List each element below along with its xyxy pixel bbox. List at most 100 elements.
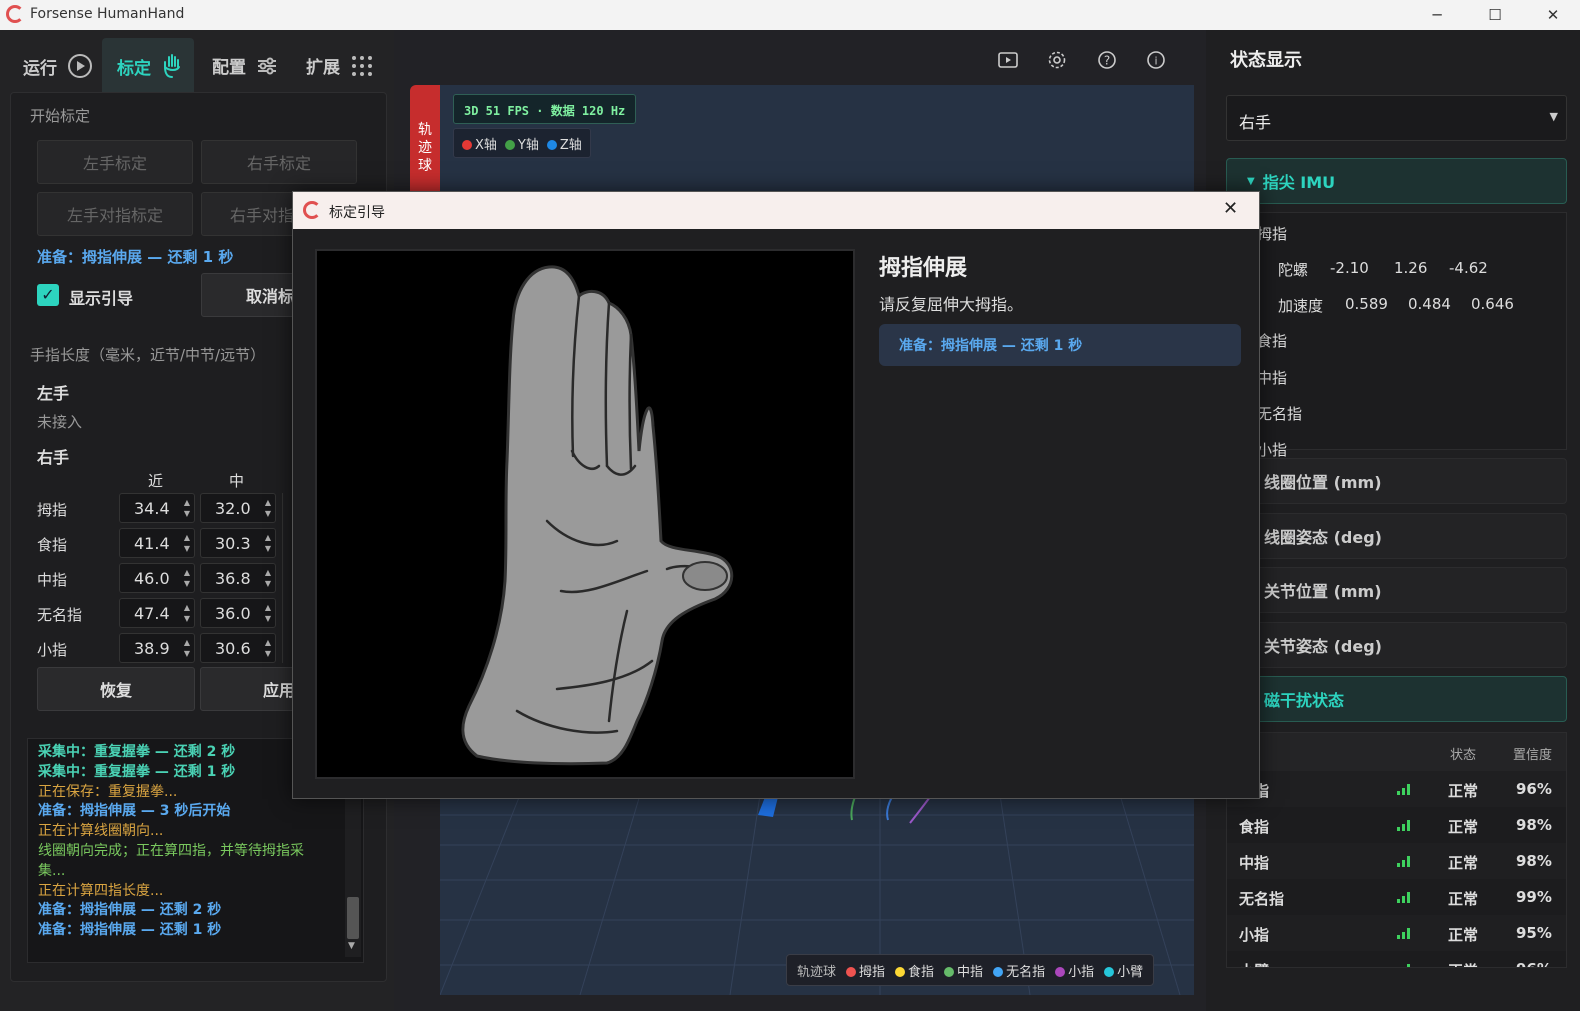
mag-row-name: 无名指: [1239, 890, 1285, 908]
pinky-dot-icon: [1055, 966, 1066, 977]
spin-arrows-icon[interactable]: ▲ ▼: [184, 637, 190, 659]
joint-attitude-section[interactable]: 关节姿态 (deg): [1226, 622, 1567, 668]
spin-arrows-icon[interactable]: ▲ ▼: [265, 637, 271, 659]
minimize-button[interactable]: ─: [1414, 0, 1460, 30]
tab-extend[interactable]: 扩展: [306, 53, 374, 78]
info-icon[interactable]: i: [1146, 50, 1166, 74]
accel-x: 0.589: [1345, 295, 1388, 313]
log-line: 正在计算线圈朝向...: [38, 823, 164, 840]
spin-arrows-icon[interactable]: ▲ ▼: [265, 567, 271, 589]
mag-row-conf: 99%: [1516, 888, 1552, 906]
finger-mid-spinbox[interactable]: 30.3 ▲ ▼: [200, 528, 276, 558]
coil-position-section[interactable]: 线圈位置 (mm): [1226, 458, 1567, 504]
finger-mid-spinbox[interactable]: 32.0 ▲ ▼: [200, 493, 276, 523]
log-scroll-thumb[interactable]: [347, 897, 359, 939]
spin-arrows-icon[interactable]: ▲ ▼: [184, 602, 190, 624]
finger-near-spinbox[interactable]: 41.4 ▲ ▼: [119, 528, 195, 558]
finger-mid-spinbox[interactable]: 36.8 ▲ ▼: [200, 563, 276, 593]
middle-dot-icon: [944, 966, 955, 977]
app-logo-icon: [6, 5, 24, 23]
joint-position-section[interactable]: 关节位置 (mm): [1226, 567, 1567, 613]
play-circle-icon: [68, 54, 92, 78]
settings-gear-icon[interactable]: [1047, 50, 1067, 74]
finger-near-spinbox[interactable]: 47.4 ▲ ▼: [119, 598, 195, 628]
left-hand-calibrate-button[interactable]: 左手标定: [37, 140, 193, 184]
spin-arrows-icon[interactable]: ▲ ▼: [265, 497, 271, 519]
log-line: 正在计算四指长度...: [38, 882, 164, 899]
left-opposition-calibrate-button[interactable]: 左手对指标定: [37, 192, 193, 236]
window-close-button[interactable]: ✕: [1530, 0, 1576, 30]
log-line: 集...: [38, 862, 66, 879]
scroll-down-icon[interactable]: ▼: [348, 941, 355, 951]
accel-label: 加速度: [1278, 297, 1324, 315]
right-hand-label: 右手: [37, 448, 70, 467]
spin-arrows-icon[interactable]: ▲ ▼: [184, 497, 190, 519]
screen-record-icon[interactable]: [998, 51, 1018, 73]
gyro-x: -2.10: [1330, 259, 1369, 277]
mag-row-conf: 98%: [1516, 852, 1552, 870]
spin-arrows-icon[interactable]: ▲ ▼: [184, 567, 190, 589]
axis-z-item: Z轴: [546, 134, 582, 153]
imu-list: 拇指 陀螺 -2.10 1.26 -4.62 加速度 0.589 0.484 0…: [1226, 212, 1567, 459]
spin-arrows-icon[interactable]: ▲ ▼: [184, 532, 190, 554]
finger-row-label: 小指: [37, 641, 68, 659]
mag-row-name: 食指: [1239, 818, 1270, 836]
tab-config[interactable]: 配置: [212, 53, 278, 78]
mag-interference-section[interactable]: 磁干扰状态: [1226, 676, 1567, 722]
finger-near-spinbox[interactable]: 38.9 ▲ ▼: [119, 633, 195, 663]
mag-row-name: 小指: [1239, 926, 1270, 944]
help-icon[interactable]: ?: [1097, 50, 1117, 74]
finger-mid-spinbox[interactable]: 36.0 ▲ ▼: [200, 598, 276, 628]
finger-mid-spinbox[interactable]: 30.6 ▲ ▼: [200, 633, 276, 663]
y-axis-dot-icon: [504, 139, 515, 150]
axis-x-label: X轴: [475, 137, 497, 153]
mag-row-name: 小臂: [1239, 960, 1269, 967]
spin-arrows-icon[interactable]: ▲ ▼: [265, 532, 271, 554]
legend-item: 小指: [1055, 961, 1094, 980]
finger-length-title: 手指长度（毫米，近节/中节/远节）: [30, 346, 266, 364]
calibration-guide-dialog: 标定引导 ✕ 拇指伸展 请反复屈伸大拇指。 准备：拇指伸展 — 还剩 1 秒: [292, 191, 1260, 799]
trackball-side-tab[interactable]: 轨迹球: [410, 85, 440, 205]
thumb-extension-hand-illustration: [461, 265, 734, 766]
gyro-y: 1.26: [1394, 259, 1428, 277]
finger-row-label: 拇指: [37, 501, 68, 519]
hand-select-value: 右手: [1239, 113, 1272, 132]
right-hand-calibrate-button[interactable]: 右手标定: [201, 140, 357, 184]
imu-finger-label: 食指: [1257, 332, 1288, 350]
hand-select-dropdown[interactable]: 右手 ▼: [1226, 95, 1567, 141]
signal-bars-icon: [1397, 963, 1411, 967]
mag-col-conf: 置信度: [1513, 748, 1553, 763]
dialog-close-button[interactable]: ✕: [1223, 198, 1238, 219]
axes-legend: X轴 Y轴 Z轴: [453, 128, 591, 158]
imu-thumb-label: 拇指: [1257, 225, 1288, 243]
imu-section-header[interactable]: ▼ 指尖 IMU: [1226, 158, 1567, 204]
x-axis-dot-icon: [462, 139, 472, 150]
show-guide-checkbox[interactable]: ✓: [37, 284, 59, 306]
dialog-title: 标定引导: [329, 205, 385, 221]
near-value: 47.4: [134, 603, 170, 623]
near-value: 46.0: [134, 568, 170, 588]
imu-finger-label: 中指: [1257, 369, 1288, 387]
z-axis-dot-icon: [546, 139, 557, 150]
mag-row: 中指 正常 98%: [1227, 843, 1566, 879]
mid-value: 30.6: [215, 638, 251, 658]
maximize-button[interactable]: ☐: [1472, 0, 1518, 30]
tab-calibrate[interactable]: 标定: [117, 53, 183, 79]
calibration-status-text: 准备：拇指伸展 — 还剩 1 秒: [37, 248, 234, 266]
axis-y-label: Y轴: [517, 137, 539, 153]
coil-attitude-section[interactable]: 线圈姿态 (deg): [1226, 513, 1567, 559]
mag-row: 无名指 正常 99%: [1227, 879, 1566, 915]
log-line: 准备：拇指伸展 — 还剩 2 秒: [38, 902, 222, 919]
finger-near-spinbox[interactable]: 34.4 ▲ ▼: [119, 493, 195, 523]
legend-item: 小臂: [1104, 961, 1143, 980]
mid-value: 30.3: [215, 533, 251, 553]
hand-icon: [164, 54, 180, 78]
legend-item: 拇指: [846, 961, 885, 980]
spin-arrows-icon[interactable]: ▲ ▼: [265, 602, 271, 624]
axis-z-label: Z轴: [559, 137, 582, 153]
restore-button[interactable]: 恢复: [37, 667, 195, 711]
finger-near-spinbox[interactable]: 46.0 ▲ ▼: [119, 563, 195, 593]
guide-hand-image: [315, 249, 855, 779]
tab-run[interactable]: 运行: [23, 53, 93, 79]
dialog-titlebar: 标定引导 ✕: [293, 192, 1259, 229]
